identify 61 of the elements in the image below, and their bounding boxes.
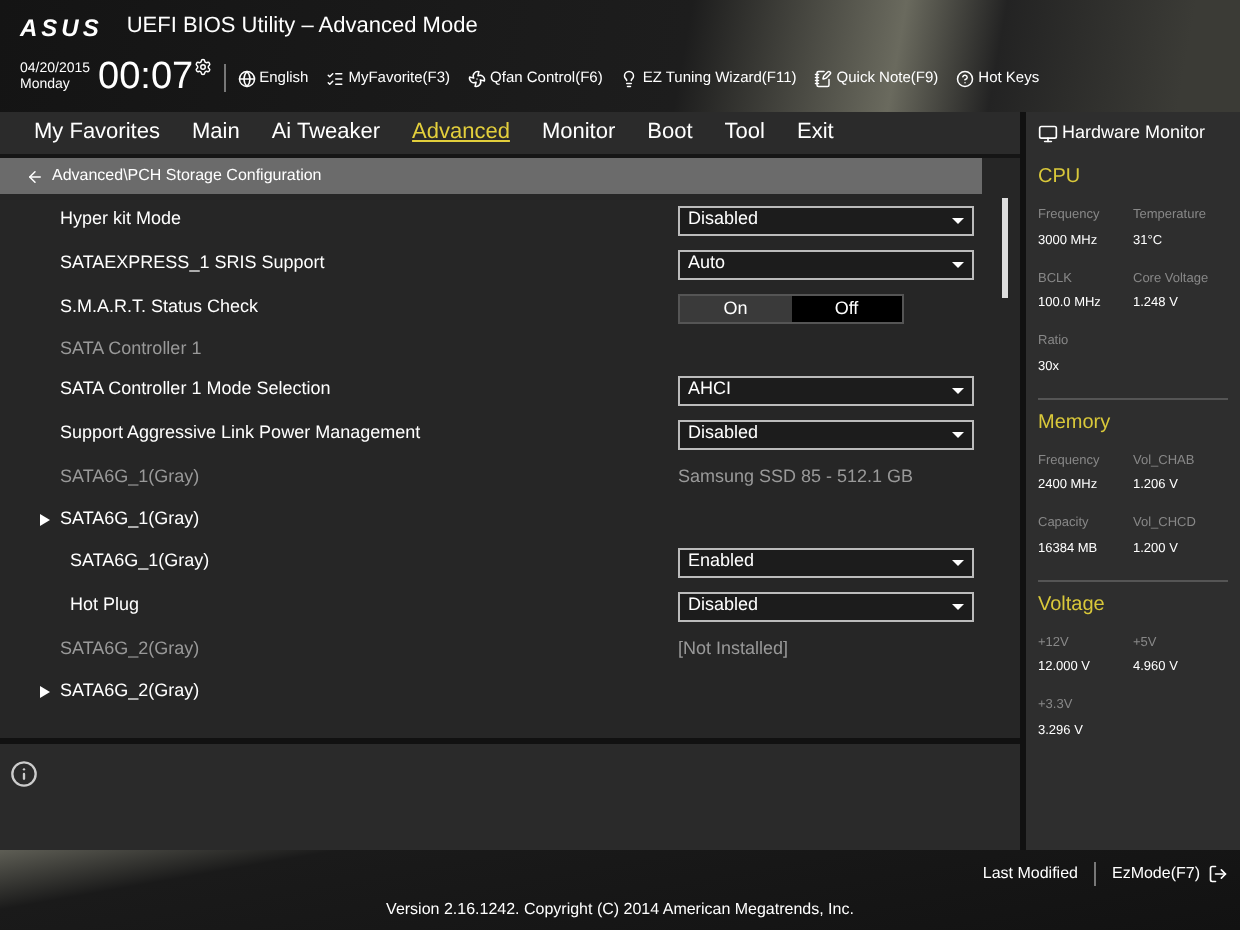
version-text: Version 2.16.1242. Copyright (C) 2014 American Megatrends, Inc. [384, 898, 856, 922]
caret-icon [952, 261, 964, 267]
setting-label: Support Aggressive Link Power Management [58, 420, 423, 447]
menu-tab[interactable]: Main [191, 116, 240, 150]
caret-icon [952, 217, 964, 223]
scrollbar[interactable] [1002, 198, 1008, 298]
toggle-option[interactable]: Off [791, 295, 902, 321]
menu-tab[interactable]: Monitor [541, 116, 616, 150]
section-heading: Memory [1038, 409, 1113, 437]
setting-label: SATA6G_1(Gray) [58, 463, 202, 490]
setting-label: SATAEXPRESS_1 SRIS Support [58, 250, 327, 277]
settings-icon[interactable] [193, 58, 212, 76]
section-heading: CPU [1038, 164, 1083, 192]
ez-mode-button[interactable]: EzMode(F7) [1111, 862, 1200, 886]
dropdown[interactable]: Auto [678, 249, 974, 279]
caret-icon [952, 603, 964, 609]
setting-label: SATA6G_1(Gray) [68, 548, 212, 575]
submenu-arrow-icon [40, 513, 50, 525]
lightbulb-icon [620, 69, 639, 87]
menu-tab[interactable]: Advanced [412, 116, 510, 150]
dropdown[interactable]: AHCI [678, 375, 974, 405]
setting-label: Hyper kit Mode [58, 206, 184, 233]
menu-tab[interactable]: Exit [796, 116, 834, 150]
caret-icon [952, 559, 964, 565]
setting-value: Samsung SSD 85 - 512.1 GB [678, 463, 916, 490]
exit-icon[interactable] [1208, 864, 1228, 884]
section-label: SATA Controller 1 [58, 335, 202, 362]
submenu-item[interactable]: SATA6G_1(Gray) [60, 505, 200, 533]
caret-icon [952, 431, 964, 437]
submenu-arrow-icon [40, 685, 50, 697]
globe-icon [237, 69, 256, 87]
section-heading: Voltage [1038, 591, 1107, 619]
clock-text: 00:07 [98, 53, 194, 102]
menu-tab[interactable]: Tool [724, 116, 765, 150]
setting-value: [Not Installed] [678, 635, 791, 662]
submenu-item[interactable]: SATA6G_2(Gray) [60, 677, 200, 705]
menu-tab[interactable]: Ai Tweaker [271, 116, 381, 150]
menu-tab[interactable]: My Favorites [34, 116, 160, 150]
info-icon [10, 760, 38, 788]
list-icon [326, 69, 345, 87]
setting-label: S.M.A.R.T. Status Check [58, 294, 261, 321]
logo: ASUS [20, 11, 103, 45]
setting-label: SATA6G_2(Gray) [58, 635, 202, 662]
toggle-option[interactable]: On [680, 295, 791, 321]
last-modified-button[interactable]: Last Modified [982, 862, 1078, 886]
breadcrumb-bar[interactable]: Advanced\PCH Storage Configuration [0, 158, 982, 194]
fan-icon [468, 69, 487, 87]
panel-title: Hardware Monitor [1062, 119, 1206, 146]
help-icon [956, 69, 975, 87]
dropdown[interactable]: Disabled [678, 205, 974, 235]
back-arrow-icon [26, 167, 44, 185]
dropdown[interactable]: Disabled [678, 591, 974, 621]
menu-tab[interactable]: Boot [647, 116, 693, 150]
note-icon [814, 69, 833, 87]
dropdown[interactable]: Enabled [678, 547, 974, 577]
monitor-icon [1038, 123, 1058, 143]
setting-label: Hot Plug [68, 592, 142, 619]
dropdown[interactable]: Disabled [678, 419, 974, 449]
caret-icon [952, 387, 964, 393]
window-title: UEFI BIOS Utility – Advanced Mode [126, 12, 478, 43]
setting-label: SATA Controller 1 Mode Selection [58, 376, 333, 403]
